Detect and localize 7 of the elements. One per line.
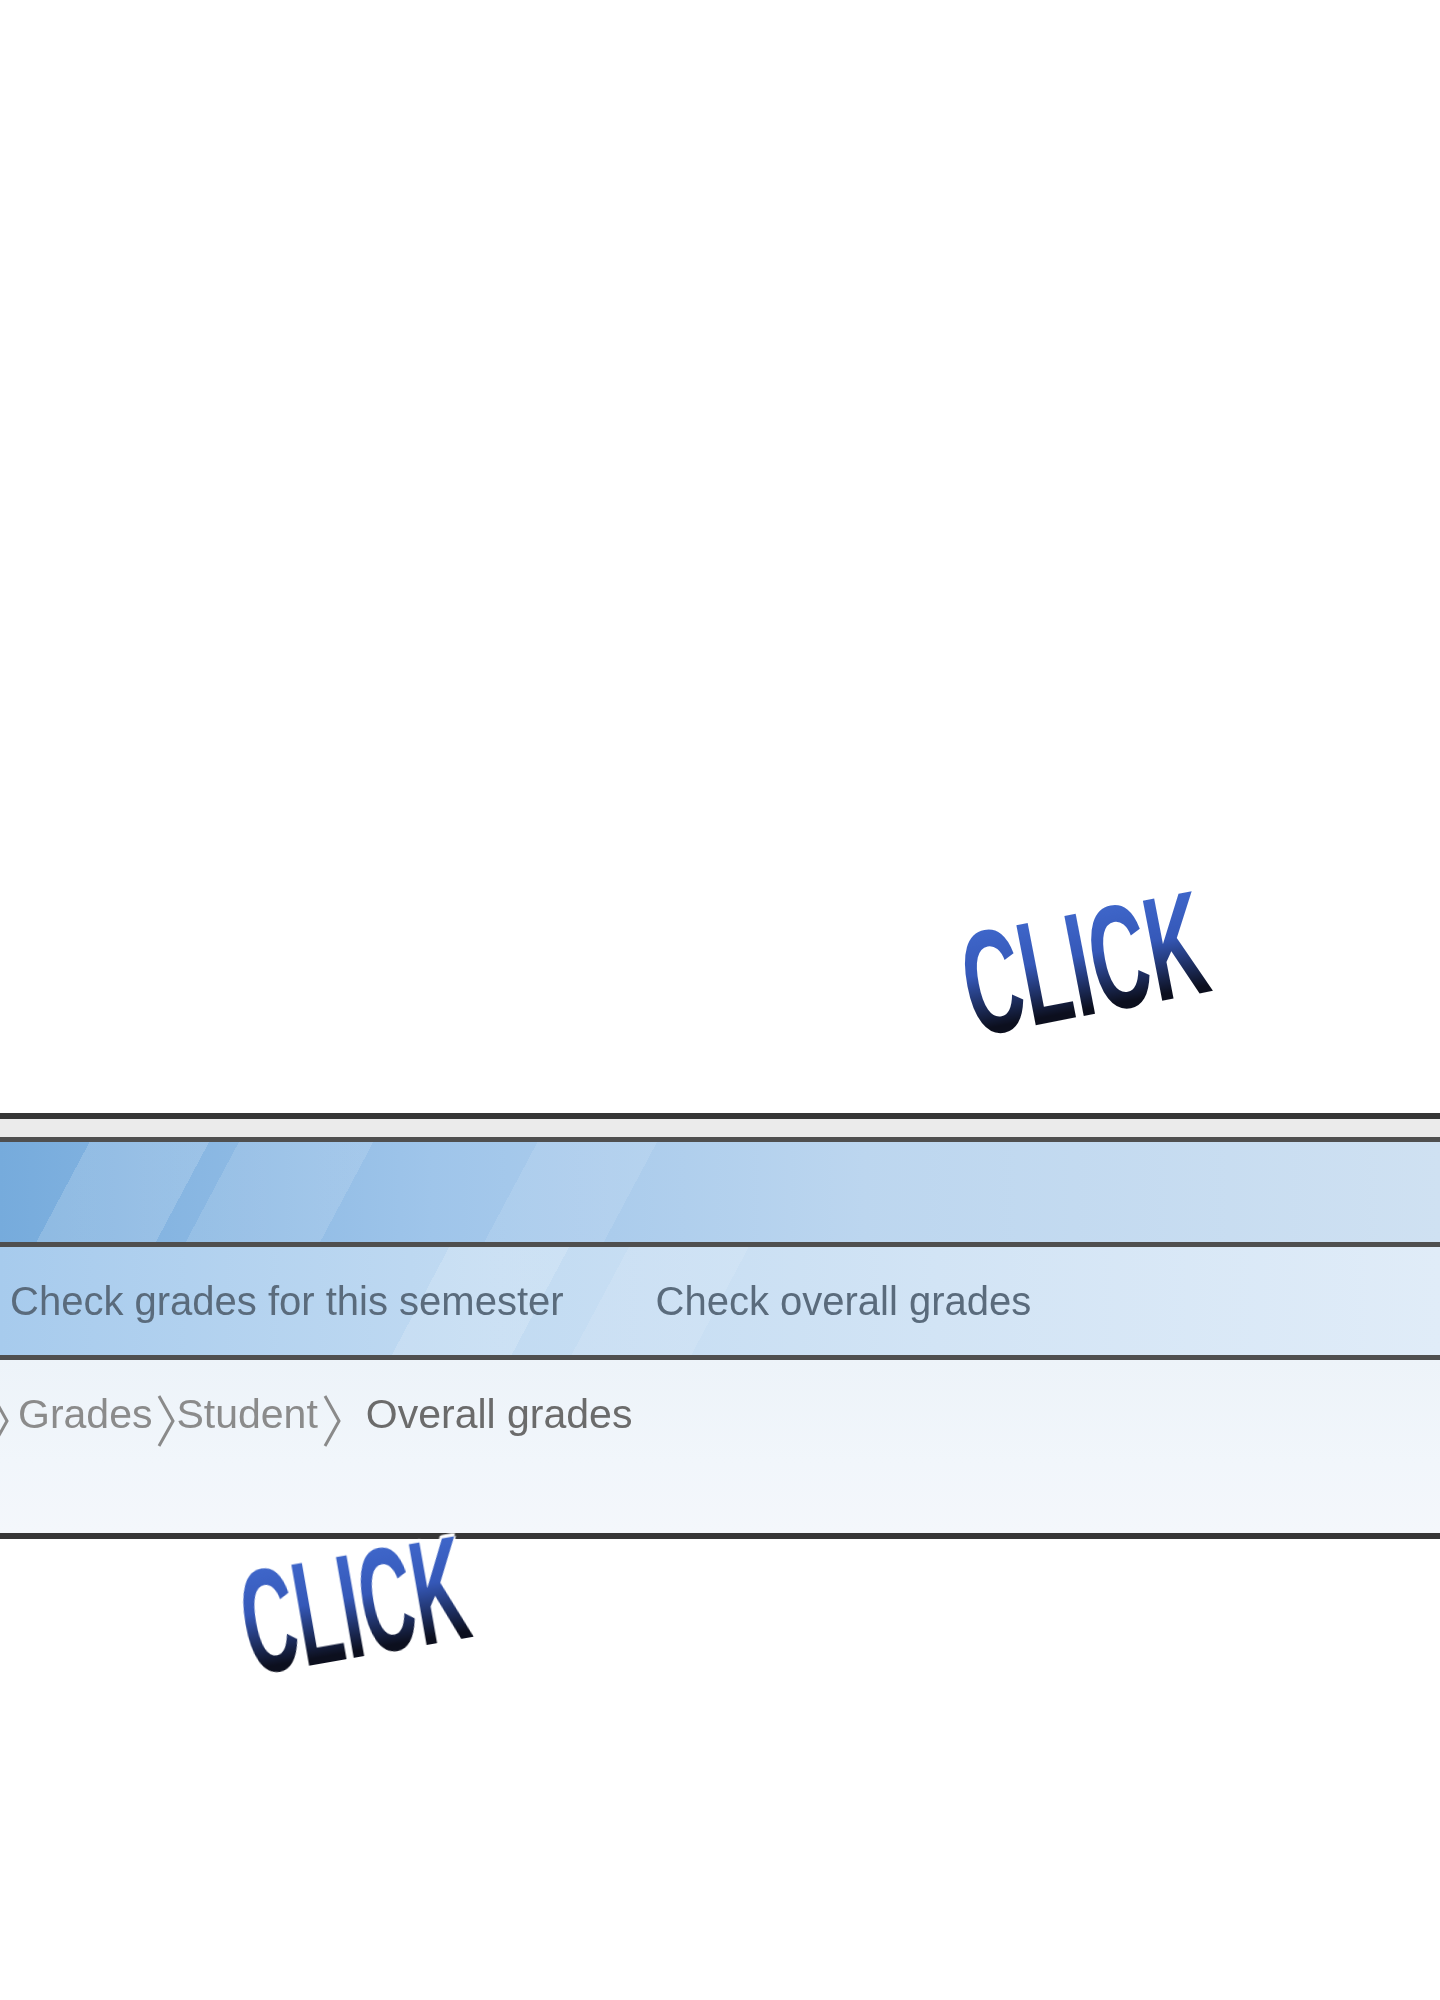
chevron-icon (321, 1394, 342, 1448)
menu-link[interactable]: Check overall grades (655, 1277, 1032, 1325)
breadcrumb-link[interactable]: Student (176, 1390, 318, 1440)
chevron-icon (156, 1394, 177, 1448)
menu-link[interactable]: Check grades for this semester (10, 1277, 564, 1325)
breadcrumb-current: Overall grades (365, 1390, 633, 1440)
breadcrumb-link[interactable]: Grades (18, 1390, 153, 1440)
